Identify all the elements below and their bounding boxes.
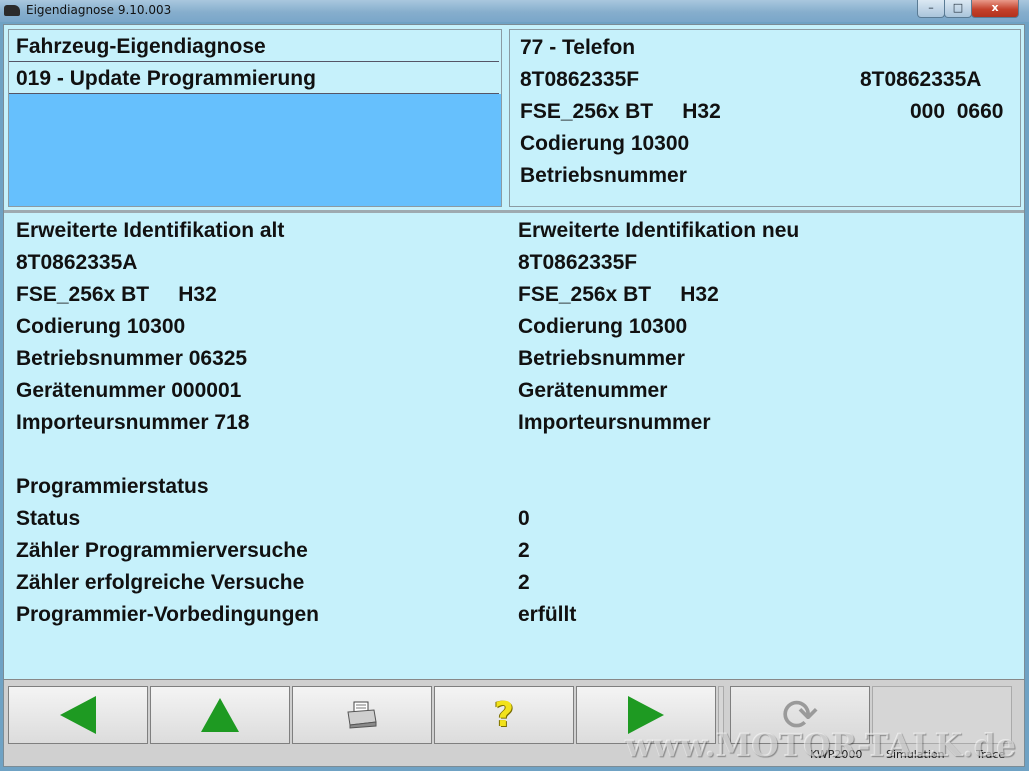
window-title: Eigendiagnose 9.10.003 — [26, 3, 172, 17]
workshop-number: Betriebsnummer — [520, 164, 687, 187]
arrow-up-icon — [201, 698, 239, 732]
diagnosis-mode-label: Fahrzeug-Eigendiagnose — [9, 32, 499, 62]
ident-old-importer: Importeursnummer 718 — [16, 411, 250, 434]
ident-old-part: 8T0862335A — [16, 251, 138, 274]
status-label: Status — [16, 507, 81, 530]
ident-new-part: 8T0862335F — [518, 251, 638, 274]
maximize-button[interactable]: □ — [944, 0, 972, 18]
close-button[interactable]: x — [971, 0, 1019, 18]
back-button[interactable] — [8, 686, 148, 744]
attempts-value: 2 — [518, 539, 530, 562]
help-icon: ? — [494, 695, 514, 735]
arrow-left-icon — [60, 696, 96, 734]
main-window: Fahrzeug-Eigendiagnose 019 - Update Prog… — [3, 24, 1025, 767]
printer-icon — [347, 701, 377, 729]
ident-old-coding: Codierung 10300 — [16, 315, 186, 338]
ident-new-component: FSE_256x BT H32 — [518, 283, 719, 306]
part-number-right: 8T0862335A — [860, 68, 982, 91]
attempts-label: Zähler Programmierversuche — [16, 539, 308, 562]
preconditions-label: Programmier-Vorbedingungen — [16, 603, 319, 626]
ident-new-title: Erweiterte Identifikation neu — [518, 219, 800, 242]
ident-new-coding: Codierung 10300 — [518, 315, 688, 338]
selection-area[interactable] — [9, 94, 501, 206]
help-button[interactable]: ? — [434, 686, 574, 744]
coding-value: Codierung 10300 — [520, 132, 690, 155]
status-value: 0 — [518, 507, 530, 530]
print-button[interactable] — [292, 686, 432, 744]
ident-new-workshop: Betriebsnummer — [518, 347, 685, 370]
ident-new-importer: Importeursnummer — [518, 411, 711, 434]
ident-old-title: Erweiterte Identifikation alt — [16, 219, 285, 242]
successful-label: Zähler erfolgreiche Versuche — [16, 571, 305, 594]
divider — [4, 210, 1024, 213]
software-version: 000 0660 — [910, 100, 1004, 123]
diagnosis-header: Fahrzeug-Eigendiagnose 019 - Update Prog… — [8, 29, 502, 207]
up-button[interactable] — [150, 686, 290, 744]
title-bar: Eigendiagnose 9.10.003 – □ x — [0, 0, 1029, 22]
successful-value: 2 — [518, 571, 530, 594]
control-unit-title: 77 - Telefon — [520, 36, 636, 59]
ident-old-device: Gerätenummer 000001 — [16, 379, 242, 402]
component-name: FSE_256x BT H32 — [520, 100, 721, 123]
ident-old-component: FSE_256x BT H32 — [16, 283, 217, 306]
control-unit-header: 77 - Telefon 8T0862335F 8T0862335A FSE_2… — [509, 29, 1021, 207]
preconditions-value: erfüllt — [518, 603, 577, 626]
function-label: 019 - Update Programmierung — [9, 64, 499, 94]
car-icon — [4, 5, 20, 16]
programming-heading: Programmierstatus — [16, 475, 209, 498]
ident-new-device: Gerätenummer — [518, 379, 668, 402]
part-number-left: 8T0862335F — [520, 68, 640, 91]
ident-old-workshop: Betriebsnummer 06325 — [16, 347, 248, 370]
minimize-button[interactable]: – — [917, 0, 945, 18]
watermark: www.MOTOR-TALK.de — [624, 726, 1016, 764]
